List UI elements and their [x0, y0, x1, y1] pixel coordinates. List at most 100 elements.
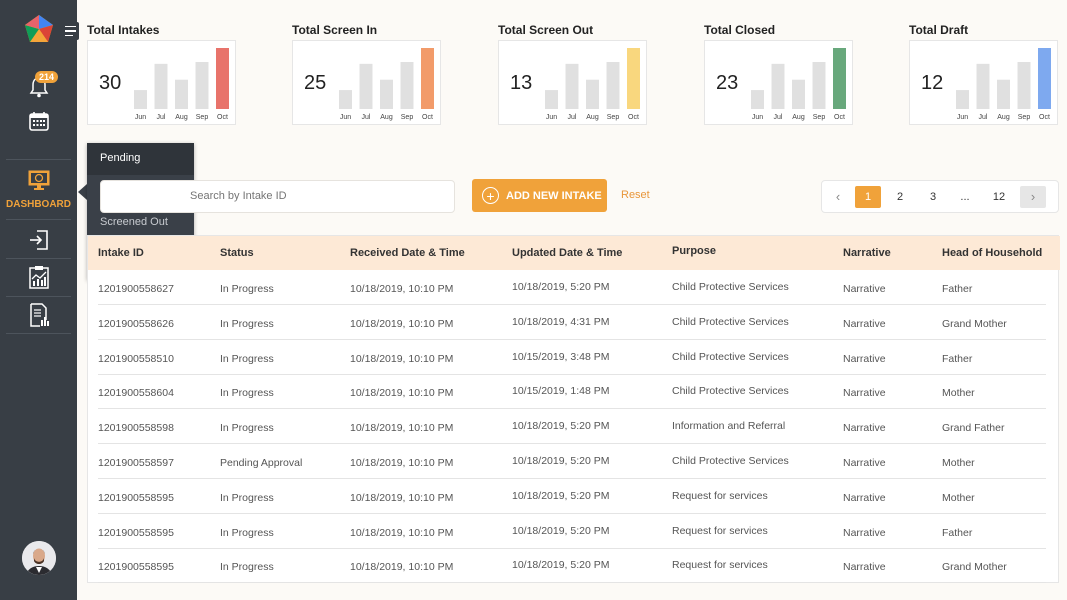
sidebar-divider — [6, 258, 71, 259]
table-cell: Request for services — [672, 559, 768, 572]
table-row[interactable]: 1201900558598 In Progress 10/18/2019, 10:1… — [98, 409, 1046, 445]
sidebar-item-intake[interactable] — [0, 229, 77, 251]
page-1-button[interactable]: 1 — [855, 186, 881, 208]
summary-card[interactable]: 12 Jun Jul Aug Sep Oct — [909, 40, 1058, 125]
narrative-link[interactable]: Narrative — [843, 422, 886, 434]
prev-page-button[interactable]: ‹ — [825, 186, 851, 208]
summary-card[interactable]: 23 Jun Jul Aug Sep Oct — [704, 40, 853, 125]
mini-bar-chart: Jun Jul Aug Sep Oct — [751, 48, 846, 121]
table-row[interactable]: 1201900558597 Pending Approval 10/18/2019,… — [98, 444, 1046, 479]
summary-card[interactable]: 30 Jun Jul Aug Sep Oct — [87, 40, 236, 125]
column-header[interactable]: Status — [220, 247, 254, 259]
table-row[interactable]: 1201900558595 In Progress 10/18/2019, 10:1… — [98, 514, 1046, 549]
column-header[interactable]: Head of Household — [942, 247, 1042, 259]
search-input[interactable] — [115, 190, 454, 202]
page-2-button[interactable]: 2 — [887, 186, 913, 208]
table-cell[interactable]: 1201900558626 — [98, 318, 174, 330]
tick-label: Sep — [1018, 114, 1031, 121]
narrative-link[interactable]: Narrative — [843, 283, 886, 295]
bar-aug — [175, 79, 188, 109]
column-header[interactable]: Received Date & Time — [350, 247, 465, 259]
search-field[interactable] — [100, 180, 455, 213]
tick-label: Jun — [957, 114, 968, 121]
narrative-link[interactable]: Narrative — [843, 492, 886, 504]
table-cell[interactable]: 1201900558595 — [98, 492, 174, 504]
table-cell: In Progress — [220, 422, 274, 435]
sidebar-item-documents[interactable] — [0, 303, 77, 327]
narrative-link[interactable]: Narrative — [843, 527, 886, 539]
sidebar-item-reports[interactable] — [0, 265, 77, 289]
report-chart-icon — [28, 266, 49, 289]
sidebar-item-dashboard-label[interactable]: DASHBOARD — [0, 199, 77, 210]
tick-label: Aug — [175, 114, 188, 121]
calendar-button[interactable] — [0, 111, 77, 131]
reset-link[interactable]: Reset — [621, 189, 650, 201]
logo-icon[interactable] — [24, 14, 54, 44]
tick-label: Aug — [997, 114, 1010, 121]
next-page-button[interactable]: › — [1020, 186, 1046, 208]
column-header[interactable]: Intake ID — [98, 247, 144, 259]
sidebar-divider — [6, 333, 71, 334]
table-row[interactable]: 1201900558604 In Progress 10/18/2019, 10:1… — [98, 374, 1046, 410]
table-cell: In Progress — [220, 352, 274, 365]
table-row[interactable]: 1201900558626 In Progress 10/18/2019, 10:1… — [98, 305, 1046, 340]
table-cell[interactable]: 1201900558598 — [98, 422, 174, 434]
table-cell: 10/18/2019, 5:20 PM — [512, 524, 610, 537]
bar-jun — [956, 90, 969, 109]
submenu-item-pending[interactable]: Pending — [87, 143, 194, 175]
bar-jul — [565, 63, 579, 109]
table-cell: 10/18/2019, 5:20 PM — [512, 455, 610, 467]
page-3-button[interactable]: 3 — [920, 186, 946, 208]
tick-label: Jul — [362, 114, 371, 121]
narrative-link[interactable]: Narrative — [843, 561, 886, 573]
table-row[interactable]: 1201900558595 In Progress 10/18/2019, 10:1… — [98, 548, 1046, 584]
tick-label: Oct — [217, 114, 228, 121]
table-cell[interactable]: 1201900558604 — [98, 387, 174, 399]
column-header[interactable]: Purpose — [672, 245, 716, 257]
table-cell[interactable]: 1201900558595 — [98, 561, 174, 573]
table-cell[interactable]: 1201900558597 — [98, 457, 174, 469]
tick-label: Jun — [135, 114, 146, 121]
tick-label: Oct — [628, 114, 639, 121]
table-cell: In Progress — [220, 317, 274, 330]
narrative-link[interactable]: Narrative — [843, 318, 886, 330]
table-cell: 10/18/2019, 10:10 PM — [350, 526, 454, 539]
tick-label: Sep — [813, 114, 826, 121]
summary-card[interactable]: 13 Jun Jul Aug Sep Oct — [498, 40, 647, 125]
sidebar-item-dashboard[interactable] — [0, 169, 77, 191]
narrative-link[interactable]: Narrative — [843, 387, 886, 399]
bar-aug — [586, 79, 599, 109]
avatar[interactable] — [22, 541, 56, 575]
table-row[interactable]: 1201900558627 In Progress 10/18/2019, 10:1… — [98, 270, 1046, 305]
table-cell: Child Protective Services — [672, 315, 789, 328]
table-row[interactable]: 1201900558595 In Progress 10/18/2019, 10:1… — [98, 479, 1046, 514]
tick-label: Sep — [401, 114, 414, 121]
mini-bar-chart: Jun Jul Aug Sep Oct — [545, 48, 640, 121]
narrative-link[interactable]: Narrative — [843, 457, 886, 469]
page-12-button[interactable]: 12 — [986, 186, 1012, 208]
page-ellipsis: ... — [960, 191, 970, 203]
table-cell[interactable]: 1201900558510 — [98, 353, 174, 365]
card-value: 13 — [510, 72, 533, 94]
menu-toggle-button[interactable] — [62, 22, 79, 40]
narrative-link[interactable]: Narrative — [843, 353, 886, 365]
table-cell[interactable]: 1201900558595 — [98, 527, 174, 539]
table-row[interactable]: 1201900558510 In Progress 10/18/2019, 10:1… — [98, 340, 1046, 375]
summary-card[interactable]: 25 Jun Jul Aug Sep Oct — [292, 40, 441, 125]
bar-aug — [997, 79, 1010, 109]
tick-label: Jul — [568, 114, 577, 121]
bar-sep — [812, 62, 826, 109]
table-cell: 10/15/2019, 1:48 PM — [512, 385, 610, 398]
tick-label: Oct — [834, 114, 845, 121]
card-value: 23 — [716, 72, 739, 94]
sidebar-divider — [6, 159, 71, 160]
table-cell: In Progress — [220, 283, 274, 295]
table-cell: Request for services — [672, 489, 768, 502]
plus-circle-icon: + — [482, 187, 499, 204]
column-header[interactable]: Narrative — [843, 247, 891, 259]
add-new-intake-button[interactable]: + ADD NEW INTAKE — [472, 179, 607, 212]
table-cell[interactable]: 1201900558627 — [98, 283, 174, 295]
pagination: ‹ 1 2 3 ... 12 › — [821, 180, 1059, 213]
column-header[interactable]: Updated Date & Time — [512, 247, 622, 259]
tick-label: Oct — [1039, 114, 1050, 121]
